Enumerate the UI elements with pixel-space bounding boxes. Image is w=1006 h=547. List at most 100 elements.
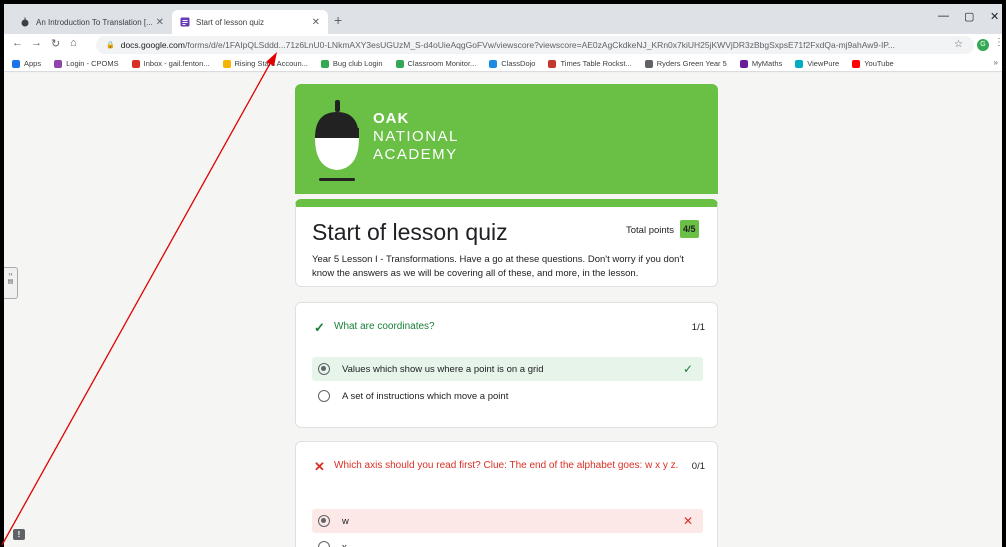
url-path: /forms/d/e/1FAIpQLSddd...71z6LnU0-LNkmAX… [184,40,895,50]
browser-toolbar: ← → ↻ ⌂ 🔒 docs.google.com /forms/d/e/1FA… [4,34,1002,56]
checkmark-icon: ✓ [682,362,693,376]
ttrs-icon [548,59,557,68]
answer-option: x [312,535,703,547]
tab-label: An Introduction To Translation [... [36,17,152,27]
quiz-description: Year 5 Lesson I - Transformations. Have … [312,254,684,279]
question-card-1: ✓ What are coordinates? 1/1 Values which… [295,302,718,428]
profile-avatar[interactable]: G [977,39,989,51]
dojo-icon [489,59,498,68]
bookmark-label: Apps [24,59,42,68]
bookmark-item[interactable]: ClassDojo [489,59,535,68]
bookmark-label: Ryders Green Year 5 [656,59,727,68]
bookmark-item[interactable]: YouTube [852,59,894,68]
question-card-2: ✕ Which axis should you read first? Clue… [295,441,718,547]
checkmark-icon: ✓ [314,320,325,335]
answer-option-wrong: w ✕ [312,509,703,533]
bookmark-item[interactable]: Times Table Rockst... [548,59,632,68]
answer-option-correct: Values which show us where a point is on… [312,357,703,381]
url-host: docs.google.com [120,40,185,50]
cross-icon: ✕ [682,514,693,528]
new-tab-plus-icon[interactable]: + [334,12,342,28]
tab-translation[interactable]: An Introduction To Translation [... ✕ [12,10,172,34]
question-score: 0/1 [691,461,705,472]
youtube-icon [852,59,861,68]
bookmark-label: Bug club Login [332,59,383,68]
side-panel-handle[interactable]: ›› ▤ [4,267,18,299]
cross-icon: ✕ [314,459,325,474]
option-label: w [342,515,349,527]
back-arrow-icon[interactable]: ← [12,37,23,49]
lock-icon: 🔒 [106,42,115,49]
mymaths-icon [739,59,748,68]
bookmark-label: Classroom Monitor... [407,59,477,68]
total-points-badge: 4/5 [680,220,699,238]
page-title: Start of lesson quiz [312,219,508,245]
radio-unselected-icon [318,390,330,402]
apps-icon [12,59,20,68]
tab-quiz[interactable]: Start of lesson quiz ✕ [172,10,328,34]
option-label: x [342,541,347,547]
question-text: What are coordinates? [334,321,435,332]
oak-line3: ACADEMY [373,146,458,163]
bookmark-label: Inbox - gail.fenton... [143,59,210,68]
oak-wordmark: OAK NATIONAL ACADEMY [373,110,459,164]
acorn-favicon-icon [20,17,30,27]
bookmark-item[interactable]: Bug club Login [320,59,383,68]
bookmark-label: ClassDojo [501,59,536,68]
viewpure-icon [795,59,804,68]
star-icon [222,59,231,68]
question-score: 1/1 [691,322,705,333]
close-icon[interactable]: ✕ [312,17,320,28]
gmail-icon [131,59,140,68]
forms-favicon-icon [180,17,190,27]
bookmark-label: Rising Stars Accoun... [234,59,308,68]
maximize-icon[interactable]: ▢ [964,10,974,23]
cpoms-icon [54,59,63,68]
total-points-label: Total points [626,225,675,236]
minimize-icon[interactable]: — [938,10,949,22]
bookmark-label: MyMaths [751,59,783,68]
option-label: A set of instructions which move a point [342,390,509,402]
bookmark-star-icon[interactable]: ☆ [954,39,963,50]
bookmark-item[interactable]: Ryders Green Year 5 [644,59,727,68]
home-icon[interactable]: ⌂ [70,37,77,49]
bookmark-label: Login - CPOMS [66,59,119,68]
classroom-icon [395,59,404,68]
radio-selected-icon [318,363,330,375]
radio-unselected-icon [318,541,330,547]
question-text: Which axis should you read first? Clue: … [334,460,679,471]
bookmark-item[interactable]: Apps [12,59,41,68]
browser-window: An Introduction To Translation [... ✕ St… [4,4,1002,547]
address-bar[interactable]: 🔒 docs.google.com /forms/d/e/1FAIpQLSddd… [96,36,974,54]
bookmark-item[interactable]: MyMaths [739,59,783,68]
oak-banner: OAK NATIONAL ACADEMY [295,84,718,194]
bookmark-item[interactable]: Classroom Monitor... [395,59,477,68]
tab-label: Start of lesson quiz [196,17,265,27]
bookmarks-bar: Apps Login - CPOMS Inbox - gail.fenton... R… [4,56,1002,72]
bookmark-item[interactable]: Login - CPOMS [54,59,119,68]
tab-strip: An Introduction To Translation [... ✕ St… [4,4,1002,34]
bookmark-label: ViewPure [807,59,840,68]
feedback-icon[interactable]: ! [13,529,25,540]
option-label: Values which show us where a point is on… [342,363,544,375]
quiz-header-card: Start of lesson quiz Total points 4/5 Ye… [295,199,718,287]
oak-line1: OAK [373,110,410,127]
globe-icon [644,59,653,68]
page-content: ›› ▤ ! OAK NATIONAL ACADEMY Start of less… [4,73,1002,547]
bugclub-icon [320,59,329,68]
oak-line2: NATIONAL [373,128,459,145]
forward-arrow-icon[interactable]: → [31,37,42,49]
bookmarks-overflow-icon[interactable]: » [994,58,998,67]
window-close-icon[interactable]: ✕ [990,10,999,23]
reload-icon[interactable]: ↻ [51,37,60,50]
radio-selected-icon [318,515,330,527]
acorn-logo-icon [315,100,359,181]
bookmark-item[interactable]: ViewPure [795,59,839,68]
bookmark-item[interactable]: Rising Stars Accoun... [222,59,308,68]
bookmark-label: YouTube [864,59,894,68]
answer-option: A set of instructions which move a point [312,384,703,408]
bookmark-item[interactable]: Inbox - gail.fenton... [131,59,210,68]
menu-dots-icon[interactable]: ⋮ [994,37,1002,48]
bookmark-label: Times Table Rockst... [560,59,632,68]
close-icon[interactable]: ✕ [156,17,164,28]
